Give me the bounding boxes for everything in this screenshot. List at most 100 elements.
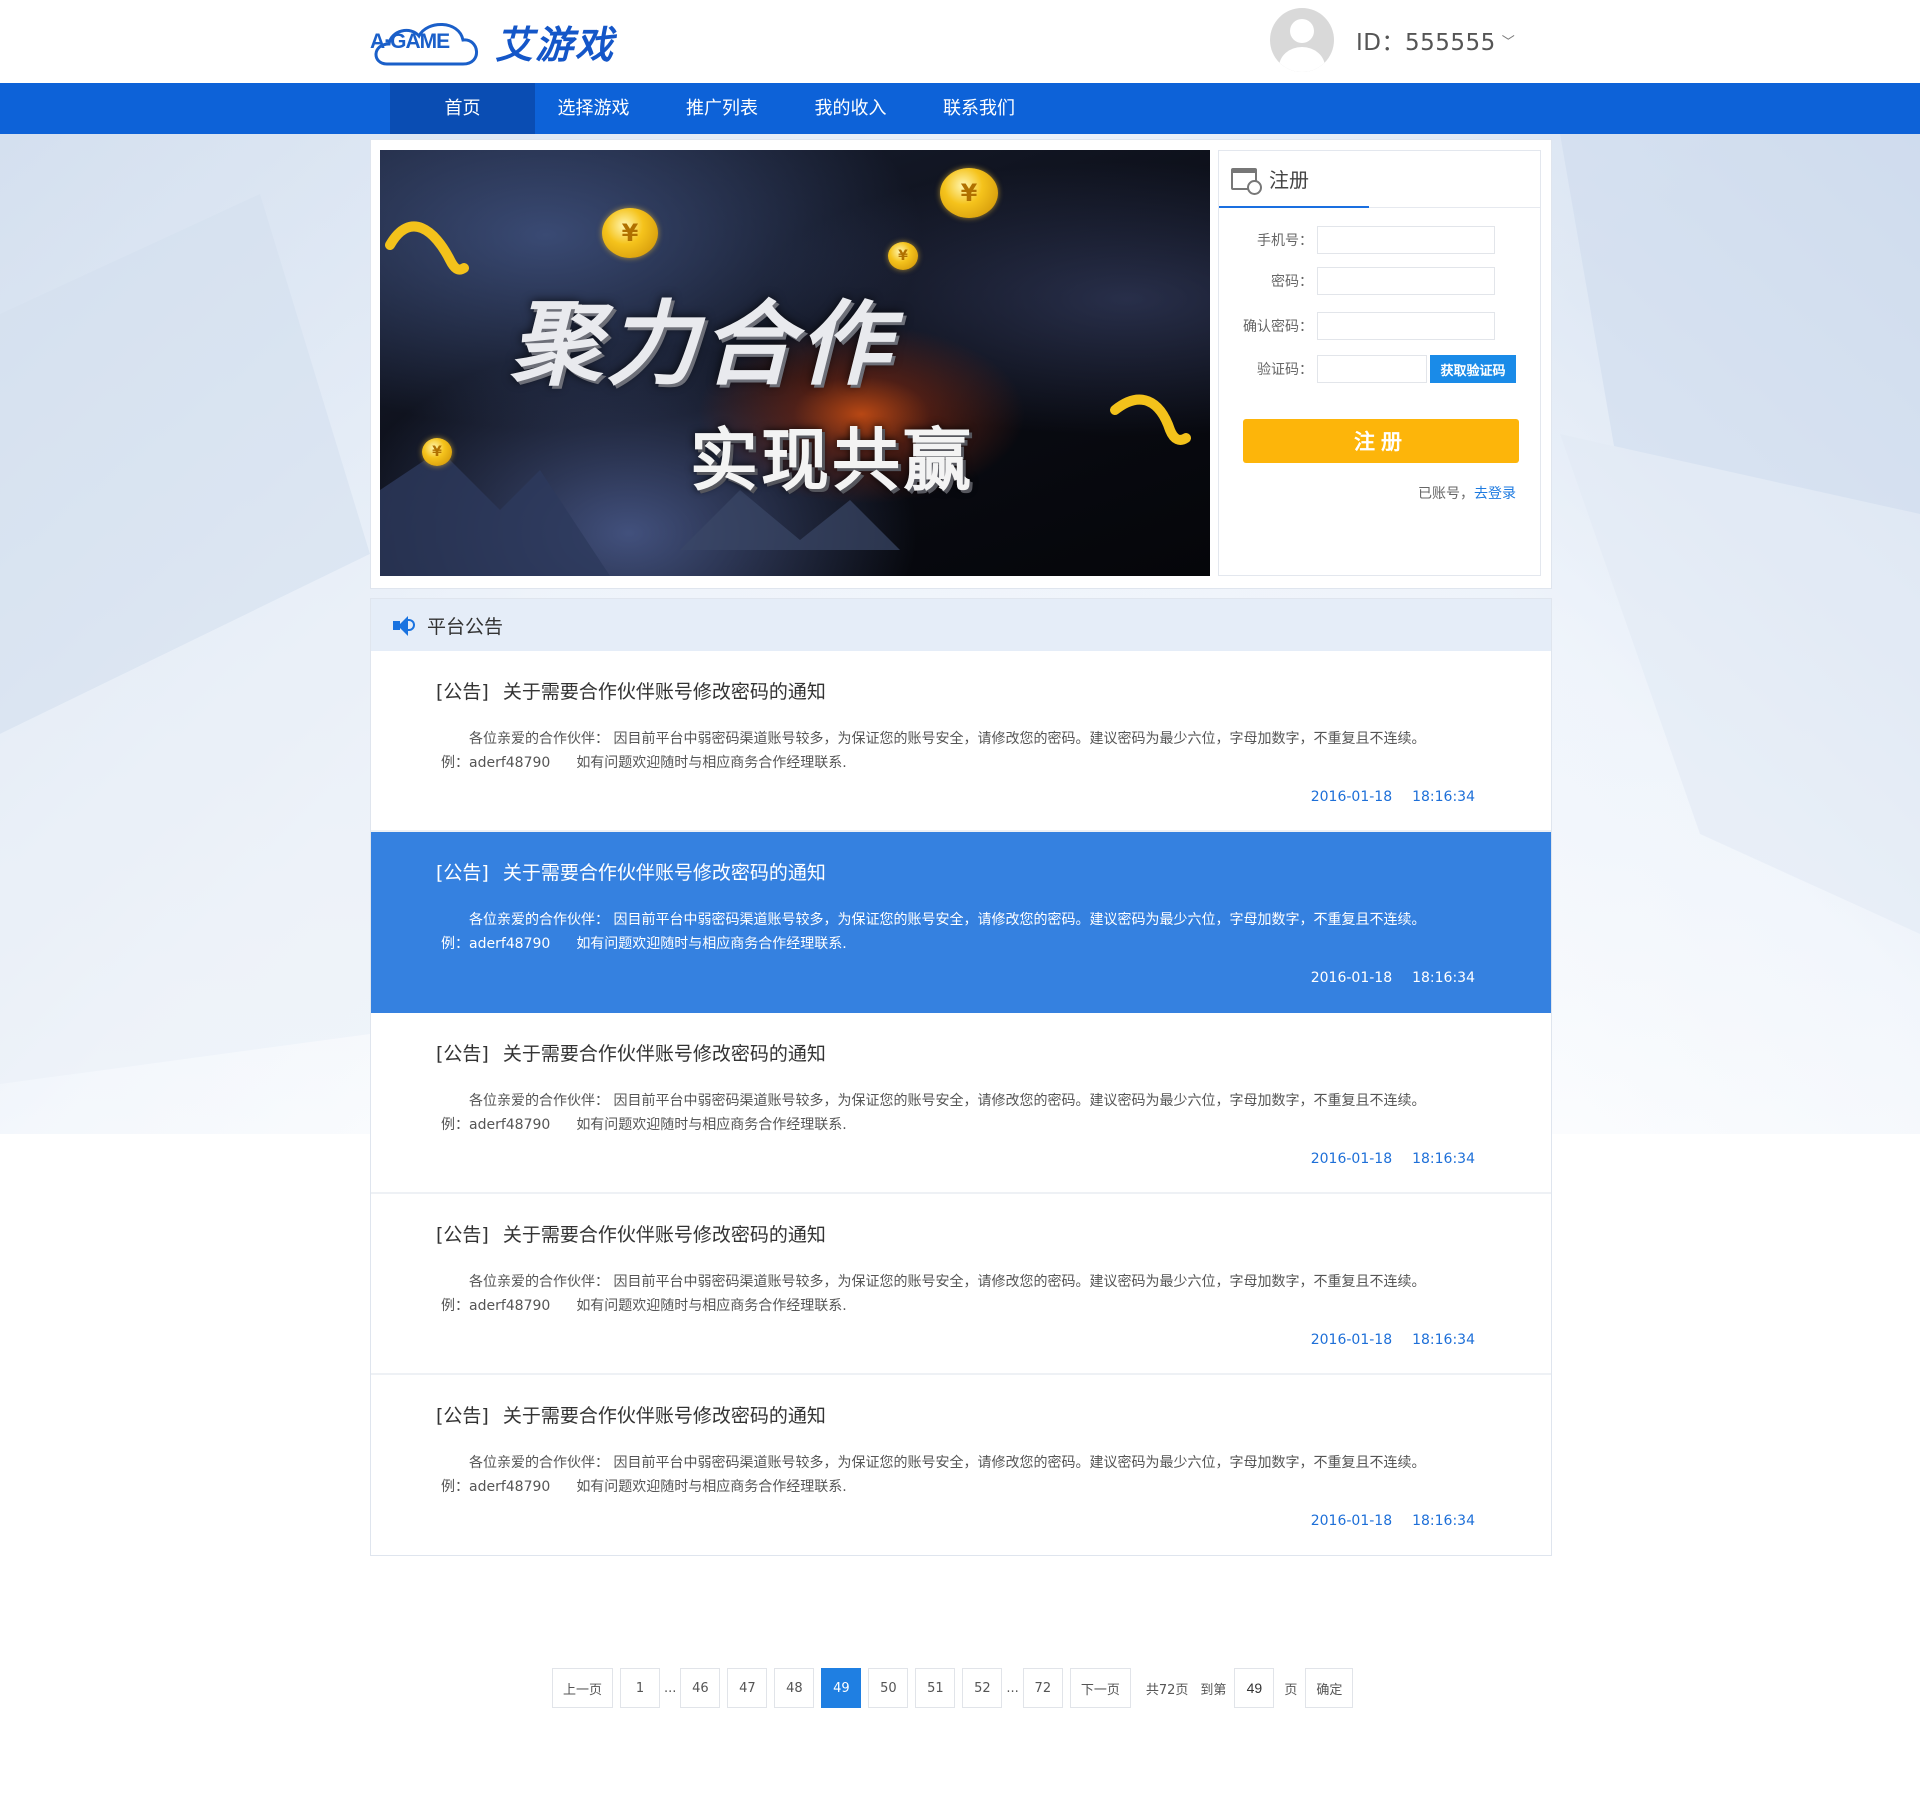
notice-item[interactable]: [公告] 关于需要合作伙伴账号修改密码的通知 各位亲爱的合作伙伴： 因目前平台中弱…	[371, 1194, 1551, 1375]
page-button[interactable]: 47	[727, 1668, 768, 1708]
notice-time: 18:16:34	[1412, 789, 1475, 805]
notice-section: 平台公告 [公告] 关于需要合作伙伴账号修改密码的通知 各位亲爱的合作伙伴： 因目…	[370, 598, 1552, 1556]
notice-title: [公告] 关于需要合作伙伴账号修改密码的通知	[436, 1220, 826, 1247]
banner[interactable]: ¥ ¥ ¥ ¥ 聚力合作 实现共赢	[380, 150, 1210, 576]
confirm-password-input[interactable]	[1317, 312, 1495, 340]
nav-item-select-game[interactable]: 选择游戏	[535, 83, 652, 134]
notice-title: [公告] 关于需要合作伙伴账号修改密码的通知	[436, 1401, 826, 1428]
password-input[interactable]	[1317, 267, 1495, 295]
notice-date: 2016-01-18	[1310, 970, 1393, 986]
notice-title-text: 关于需要合作伙伴账号修改密码的通知	[502, 862, 826, 884]
page-button[interactable]: 48	[774, 1668, 815, 1708]
notice-example: 例：aderf48790	[441, 1298, 551, 1314]
notice-time: 18:16:34	[1412, 1332, 1475, 1348]
notice-timestamp: 2016-01-18 18:16:34	[1311, 1151, 1475, 1167]
get-code-button[interactable]: 获取验证码	[1430, 355, 1516, 383]
notice-contact: 如有问题欢迎随时与相应商务合作经理联系.	[576, 755, 847, 771]
nav-item-promo-list[interactable]: 推广列表	[652, 83, 792, 134]
page-button[interactable]: 52	[962, 1668, 1003, 1708]
captcha-input[interactable]	[1317, 355, 1427, 383]
notice-timestamp: 2016-01-18 18:16:34	[1311, 1513, 1475, 1529]
goto-confirm-button[interactable]: 确定	[1305, 1668, 1354, 1708]
logo-mark: A·GAME	[367, 12, 487, 70]
page-button[interactable]: 50	[868, 1668, 909, 1708]
notice-date: 2016-01-18	[1310, 789, 1393, 805]
nav-item-contact[interactable]: 联系我们	[909, 83, 1049, 134]
nav-item-my-income[interactable]: 我的收入	[792, 83, 909, 134]
coin-icon: ¥	[602, 208, 658, 258]
coin-icon: ¥	[940, 168, 998, 218]
notice-title: [公告] 关于需要合作伙伴账号修改密码的通知	[436, 677, 826, 704]
phone-row: 手机号：	[1219, 226, 1542, 254]
login-prompt: 已账号，去登录	[1418, 483, 1516, 503]
notice-item[interactable]: [公告] 关于需要合作伙伴账号修改密码的通知 各位亲爱的合作伙伴： 因目前平台中弱…	[371, 832, 1551, 1013]
notice-contact: 如有问题欢迎随时与相应商务合作经理联系.	[576, 936, 847, 952]
password-label: 密码：	[1271, 274, 1313, 290]
logo-chinese: 艾游戏	[495, 21, 616, 67]
notice-tag: [公告]	[436, 1043, 489, 1065]
register-button[interactable]: 注册	[1243, 419, 1519, 463]
nav-item-home[interactable]: 首页	[390, 83, 535, 134]
notice-title-text: 关于需要合作伙伴账号修改密码的通知	[502, 681, 826, 703]
register-panel: 注册 手机号： 密码： 确认密码： 验证码： 获取验证码 注册 已账号，去登录	[1218, 150, 1541, 576]
page-button[interactable]: 46	[680, 1668, 721, 1708]
notice-timestamp: 2016-01-18 18:16:34	[1311, 1332, 1475, 1348]
notice-tag: [公告]	[436, 1224, 489, 1246]
notice-body-line2: 例：aderf48790 如有问题欢迎随时与相应商务合作经理联系.	[441, 932, 1425, 956]
pagination-ellipsis: ...	[1006, 1680, 1019, 1696]
confirm-password-label: 确认密码：	[1243, 319, 1313, 335]
notice-header: 平台公告	[371, 599, 1551, 651]
notice-body-line1: 各位亲爱的合作伙伴： 因目前平台中弱密码渠道账号较多，为保证您的账号安全，请修改…	[469, 912, 1426, 928]
notice-time: 18:16:34	[1412, 1513, 1475, 1529]
captcha-label: 验证码：	[1257, 362, 1313, 378]
goto-page-input[interactable]	[1234, 1668, 1275, 1708]
page-button-current[interactable]: 49	[821, 1668, 862, 1708]
notice-body: 各位亲爱的合作伙伴： 因目前平台中弱密码渠道账号较多，为保证您的账号安全，请修改…	[441, 727, 1425, 775]
user-id: ID：555555	[1356, 30, 1496, 56]
phone-label: 手机号：	[1257, 233, 1313, 249]
notice-body-line2: 例：aderf48790 如有问题欢迎随时与相应商务合作经理联系.	[441, 1113, 1425, 1137]
tab-register[interactable]: 注册	[1219, 151, 1369, 208]
login-link[interactable]: 去登录	[1474, 486, 1516, 502]
user-menu[interactable]: ID：555555 ﹀	[1270, 8, 1515, 72]
captcha-row: 验证码： 获取验证码	[1219, 355, 1542, 383]
main-content: ¥ ¥ ¥ ¥ 聚力合作 实现共赢 注册 手机号： 密码： 确认密码： 验证码：…	[370, 139, 1552, 1556]
notice-timestamp: 2016-01-18 18:16:34	[1311, 970, 1475, 986]
notice-item[interactable]: [公告] 关于需要合作伙伴账号修改密码的通知 各位亲爱的合作伙伴： 因目前平台中弱…	[371, 651, 1551, 832]
notice-body-line2: 例：aderf48790 如有问题欢迎随时与相应商务合作经理联系.	[441, 1294, 1425, 1318]
notice-body: 各位亲爱的合作伙伴： 因目前平台中弱密码渠道账号较多，为保证您的账号安全，请修改…	[441, 1451, 1425, 1499]
notice-contact: 如有问题欢迎随时与相应商务合作经理联系.	[576, 1479, 847, 1495]
notice-item[interactable]: [公告] 关于需要合作伙伴账号修改密码的通知 各位亲爱的合作伙伴： 因目前平台中弱…	[371, 1375, 1551, 1556]
notice-section-title: 平台公告	[427, 615, 504, 638]
notice-body-line1: 各位亲爱的合作伙伴： 因目前平台中弱密码渠道账号较多，为保证您的账号安全，请修改…	[469, 731, 1426, 747]
notice-example: 例：aderf48790	[441, 755, 551, 771]
prev-page-button[interactable]: 上一页	[552, 1668, 614, 1708]
notice-title-text: 关于需要合作伙伴账号修改密码的通知	[502, 1224, 826, 1246]
page-button-last[interactable]: 72	[1022, 1668, 1063, 1708]
notice-item[interactable]: [公告] 关于需要合作伙伴账号修改密码的通知 各位亲爱的合作伙伴： 因目前平台中弱…	[371, 1013, 1551, 1194]
avatar[interactable]	[1270, 8, 1334, 72]
page-button[interactable]: 51	[915, 1668, 956, 1708]
notice-body: 各位亲爱的合作伙伴： 因目前平台中弱密码渠道账号较多，为保证您的账号安全，请修改…	[441, 908, 1425, 956]
phone-input[interactable]	[1317, 226, 1495, 254]
next-page-button[interactable]: 下一页	[1069, 1668, 1131, 1708]
notice-title: [公告] 关于需要合作伙伴账号修改密码的通知	[436, 1039, 826, 1066]
notice-tag: [公告]	[436, 681, 489, 703]
notice-title-text: 关于需要合作伙伴账号修改密码的通知	[502, 1043, 826, 1065]
notice-example: 例：aderf48790	[441, 936, 551, 952]
banner-subheadline: 实现共赢	[690, 422, 975, 501]
notice-tag: [公告]	[436, 862, 489, 884]
coin-icon: ¥	[888, 242, 918, 270]
notice-example: 例：aderf48790	[441, 1479, 551, 1495]
page-button-first[interactable]: 1	[620, 1668, 661, 1708]
top-section: ¥ ¥ ¥ ¥ 聚力合作 实现共赢 注册 手机号： 密码： 确认密码： 验证码：…	[370, 139, 1552, 589]
pagination-ellipsis: ...	[664, 1680, 677, 1696]
notice-title: [公告] 关于需要合作伙伴账号修改密码的通知	[436, 858, 826, 885]
chevron-down-icon[interactable]: ﹀	[1502, 31, 1515, 50]
header: A·GAME 艾游戏 ID：555555 ﹀	[0, 0, 1920, 83]
password-row: 密码：	[1219, 267, 1542, 295]
notice-contact: 如有问题欢迎随时与相应商务合作经理联系.	[576, 1298, 847, 1314]
logo[interactable]: A·GAME 艾游戏	[367, 12, 615, 70]
notice-date: 2016-01-18	[1310, 1151, 1393, 1167]
notice-title-text: 关于需要合作伙伴账号修改密码的通知	[502, 1405, 826, 1427]
